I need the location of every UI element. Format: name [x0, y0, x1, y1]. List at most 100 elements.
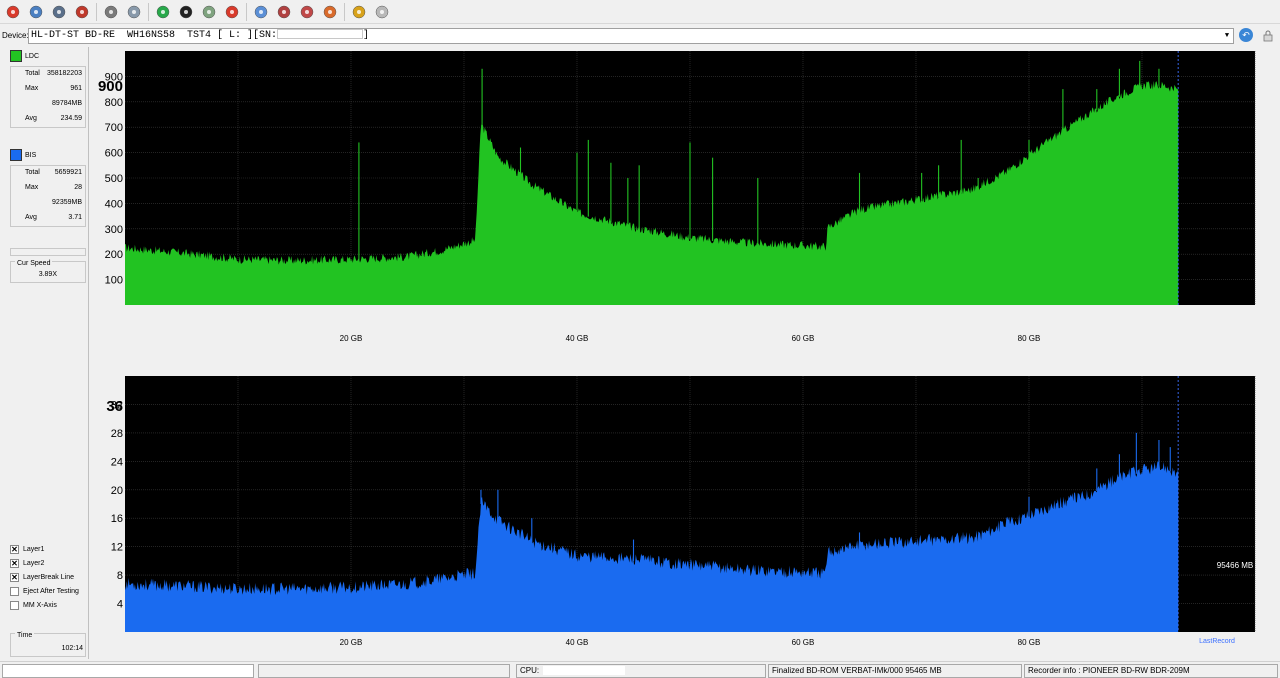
cpu-meter	[543, 666, 626, 676]
time-value: 102:14	[61, 645, 83, 652]
disc-blue-icon[interactable]	[252, 3, 270, 21]
tool-icon[interactable]	[373, 3, 391, 21]
device-label: Device:	[2, 31, 29, 40]
x-tick-label: 20 GB	[340, 638, 363, 647]
chevron-down-icon[interactable]: ▼	[1221, 29, 1233, 43]
device-bar: Device: HL-DT-ST BD-RE WH16NS58 TST4 [ L…	[0, 27, 1280, 45]
disc-size-annotation: 95466 MB	[1217, 561, 1253, 570]
refresh-icon[interactable]	[154, 3, 172, 21]
toolbar	[0, 0, 1280, 24]
toolbar-separator	[344, 2, 345, 21]
option-layerbreak-line[interactable]: ✕ LayerBreak Line	[10, 571, 74, 583]
device-name-suffix: ]	[363, 30, 370, 41]
ldc-avg-value: 234.59	[60, 115, 82, 122]
y-max-label: 900	[98, 78, 123, 95]
y-tick-label: 28	[111, 428, 123, 440]
bis-max-label: Max	[25, 184, 39, 191]
y-tick-label: 600	[105, 148, 123, 160]
toolbar-separator	[96, 2, 97, 21]
ldc-stats: Total 358182203 Max 961 89784MB Avg 234.59	[10, 66, 86, 128]
bis-max-value: 28	[74, 184, 82, 191]
checkbox[interactable]	[10, 586, 19, 596]
progress-box	[10, 248, 86, 256]
y-tick-label: 8	[117, 570, 123, 582]
ldc-total-value: 358182203	[46, 70, 82, 77]
drive-icon[interactable]	[50, 3, 68, 21]
y-tick-label: 700	[105, 122, 123, 134]
bis-total-label: Total	[25, 169, 40, 176]
x-tick-label: 40 GB	[566, 334, 589, 343]
checkbox[interactable]: ✕	[10, 544, 19, 554]
erase-disc-icon[interactable]	[73, 3, 91, 21]
ldc-total-label: Total	[25, 70, 40, 77]
stop-icon[interactable]	[223, 3, 241, 21]
y-tick-label: 400	[105, 198, 123, 210]
option-label: Layer2	[23, 559, 45, 567]
status-progress-field	[258, 664, 510, 678]
device-select[interactable]: HL-DT-ST BD-RE WH16NS58 TST4 [ L: ][SN:]…	[28, 28, 1234, 44]
back-arrow-icon[interactable]: ↶	[1239, 28, 1253, 42]
sidebar: LDC Total 358182203 Max 961 89784MB Avg 234…	[8, 47, 88, 659]
y-tick-label: 16	[111, 513, 123, 525]
power-icon[interactable]	[4, 3, 22, 21]
status-bar: CPU: Finalized BD-ROM VERBAT-IMk/000 954…	[0, 661, 1280, 678]
rescan-icon[interactable]	[200, 3, 218, 21]
bis-legend-label: BIS	[25, 151, 37, 159]
device-name: HL-DT-ST BD-RE WH16NS58 TST4 [ L: ][SN:	[31, 30, 278, 41]
option-layer2[interactable]: ✕ Layer2	[10, 557, 44, 569]
toolbar-separator	[148, 2, 149, 21]
ldc-max-label: Max	[25, 85, 39, 92]
chart-icon[interactable]	[350, 3, 368, 21]
x-tick-label: 80 GB	[1018, 334, 1041, 343]
option-layer1[interactable]: ✕ Layer1	[10, 543, 44, 555]
x-tick-label: 20 GB	[340, 334, 363, 343]
y-tick-label: 200	[105, 249, 123, 261]
disc-info: Finalized BD-ROM VERBAT-IMk/000 95465 MB	[768, 664, 1022, 678]
ldc-legend: LDC	[10, 50, 39, 62]
copy-drive-icon[interactable]	[125, 3, 143, 21]
option-eject-after-testing[interactable]: Eject After Testing	[10, 585, 79, 597]
serial-number-field	[277, 29, 364, 40]
bis-stats: Total 5659921 Max 28 92359MB Avg 3.71	[10, 165, 86, 227]
toolbar-separator	[246, 2, 247, 21]
cur-speed-label: Cur Speed	[15, 260, 53, 267]
drive-tray-icon[interactable]	[102, 3, 120, 21]
disc-info-icon[interactable]	[27, 3, 45, 21]
disc-scan-icon[interactable]	[298, 3, 316, 21]
checkbox[interactable]	[10, 600, 19, 610]
bis-color-swatch	[10, 149, 22, 161]
panel-divider	[88, 47, 89, 659]
app-window: Device: HL-DT-ST BD-RE WH16NS58 TST4 [ L…	[0, 0, 1280, 678]
cur-speed-group: Cur Speed 3.89X	[10, 260, 86, 283]
ldc-color-swatch	[10, 50, 22, 62]
lock-icon[interactable]	[1262, 29, 1274, 42]
y-tick-label: 24	[111, 456, 123, 468]
settings-disc-icon[interactable]	[321, 3, 339, 21]
start-icon[interactable]	[177, 3, 195, 21]
bis-avg-value: 3.71	[68, 214, 82, 221]
x-tick-label: 60 GB	[792, 334, 815, 343]
y-tick-label: 20	[111, 485, 123, 497]
y-tick-label: 100	[105, 275, 123, 287]
recorder-info: Recorder info : PIONEER BD-RW BDR-209M	[1024, 664, 1278, 678]
ldc-max-value: 961	[70, 85, 82, 92]
x-tick-label: 60 GB	[792, 638, 815, 647]
y-tick-label: 800	[105, 97, 123, 109]
last-record-label: LastRecord	[1199, 638, 1235, 645]
y-tick-label: 500	[105, 173, 123, 185]
y-tick-label: 12	[111, 542, 123, 554]
status-message-field	[2, 664, 254, 678]
burn-disc-icon[interactable]	[275, 3, 293, 21]
option-mm-x-axis[interactable]: MM X-Axis	[10, 599, 57, 611]
bis-avg-label: Avg	[25, 214, 37, 221]
option-label: LayerBreak Line	[23, 573, 74, 581]
y-tick-label: 300	[105, 224, 123, 236]
bis-legend: BIS	[10, 149, 36, 161]
checkbox[interactable]: ✕	[10, 558, 19, 568]
bis-chart: 481216202428323620 GB 40 GB 60 GB 80 GB9546…	[106, 376, 1256, 647]
ldc-chart: 10020030040050060070080090090020 GB 40 GB…	[98, 51, 1256, 343]
y-tick-label: 4	[117, 599, 123, 611]
checkbox[interactable]: ✕	[10, 572, 19, 582]
option-label: Eject After Testing	[23, 587, 79, 595]
bis-total-value: 5659921	[54, 169, 82, 176]
